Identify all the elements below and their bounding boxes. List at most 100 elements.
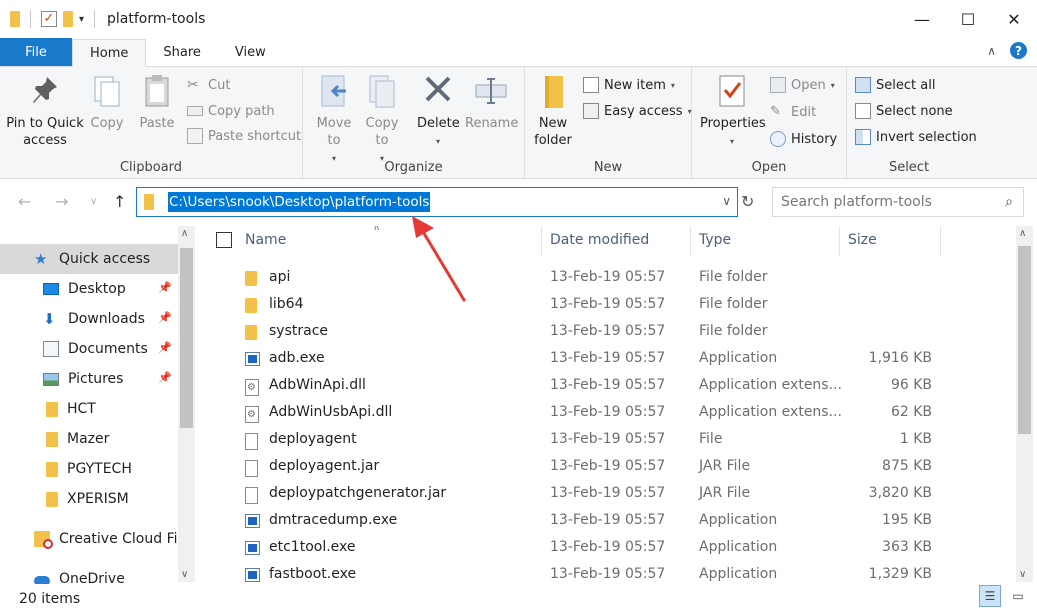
column-type[interactable]: Type (699, 232, 731, 248)
customize-toolbar-icon[interactable]: ▾ (79, 14, 84, 25)
new-item-icon (583, 77, 599, 93)
search-input[interactable]: Search platform-tools ⌕ (772, 187, 1024, 217)
properties-icon[interactable]: ✓ (41, 11, 57, 27)
nav-onedrive[interactable]: OneDrive (0, 564, 178, 584)
clipboard-group: Pin to Quick access Copy Paste ✂ Cut Cop… (0, 67, 303, 179)
paste-shortcut-button[interactable]: Paste shortcut (187, 126, 301, 146)
new-folder-big-icon (537, 73, 569, 109)
nav-xperism[interactable]: XPERISM (0, 484, 178, 514)
minimize-button[interactable]: — (899, 0, 945, 38)
file-date: 13-Feb-19 05:57 (550, 539, 666, 555)
collapse-ribbon-icon[interactable]: ∧ (987, 44, 996, 58)
nav-desktop[interactable]: Desktop 📌 (0, 274, 178, 304)
nav-quick-access[interactable]: ★ Quick access (0, 244, 178, 274)
nav-scroll-thumb[interactable] (180, 248, 193, 428)
nav-creative-cloud[interactable]: Creative Cloud Files (0, 524, 178, 554)
file-row[interactable]: AdbWinUsbApi.dll 13-Feb-19 05:57 Applicati… (200, 400, 1015, 427)
ribbon-tabs: File Home Share View ∧ ? (0, 38, 1037, 67)
cut-button[interactable]: ✂ Cut (187, 75, 230, 95)
tab-home[interactable]: Home (72, 39, 147, 67)
file-row[interactable]: fastboot.exe 13-Feb-19 05:57 Application 1,… (200, 562, 1015, 584)
address-path[interactable]: C:\Users\snook\Desktop\platform-tools (168, 192, 431, 212)
file-row[interactable]: deployagent 13-Feb-19 05:57 File 1 KB (200, 427, 1015, 454)
file-row[interactable]: etc1tool.exe 13-Feb-19 05:57 Application 36… (200, 535, 1015, 562)
move-to-button[interactable]: Move to ▾ (313, 73, 355, 167)
file-date: 13-Feb-19 05:57 (550, 296, 666, 312)
nav-downloads[interactable]: ⬇ Downloads 📌 (0, 304, 178, 334)
folder-icon (46, 461, 58, 477)
nav-pgytech[interactable]: PGYTECH (0, 454, 178, 484)
edit-button[interactable]: ✎ Edit (770, 102, 816, 122)
invert-selection-button[interactable]: Invert selection (855, 127, 977, 147)
properties-button[interactable]: Properties ▾ (700, 73, 766, 150)
file-row[interactable]: deploypatchgenerator.jar 13-Feb-19 05:57 J… (200, 481, 1015, 508)
maximize-button[interactable]: ☐ (945, 0, 991, 38)
large-icons-view-icon[interactable]: ▭ (1007, 585, 1029, 607)
scroll-up-icon[interactable]: ∧ (1019, 228, 1026, 239)
file-name: systrace (269, 323, 329, 339)
file-row[interactable]: deployagent.jar 13-Feb-19 05:57 JAR File 87… (200, 454, 1015, 481)
tab-view[interactable]: View (218, 38, 283, 66)
select-all-button[interactable]: Select all (855, 75, 935, 95)
file-size: 62 KB (890, 404, 932, 420)
pin-icon: 📌 (158, 311, 172, 324)
nav-hct[interactable]: HCT (0, 394, 178, 424)
nav-scrollbar[interactable]: ∧ ∨ (178, 226, 195, 582)
file-row[interactable]: lib64 13-Feb-19 05:57 File folder (200, 292, 1015, 319)
file-row[interactable]: api 13-Feb-19 05:57 File folder (200, 265, 1015, 292)
file-list-scrollbar[interactable]: ∧ ∨ (1016, 226, 1033, 582)
back-arrow-icon[interactable]: ← (18, 192, 31, 211)
new-folder-icon[interactable] (63, 11, 73, 27)
select-all-checkbox[interactable] (216, 232, 232, 248)
delete-button[interactable]: Delete ▾ (417, 73, 460, 150)
new-folder-button[interactable]: New folder (533, 73, 573, 149)
history-button[interactable]: History (770, 129, 837, 149)
file-row[interactable]: dmtracedump.exe 13-Feb-19 05:57 Applicatio… (200, 508, 1015, 535)
close-button[interactable]: ✕ (991, 0, 1037, 38)
download-arrow-icon: ⬇ (43, 310, 56, 328)
open-icon (770, 77, 786, 93)
up-arrow-icon[interactable]: ↑ (113, 192, 126, 211)
folder-icon (10, 11, 20, 27)
column-size[interactable]: Size (848, 232, 877, 248)
nav-pictures[interactable]: Pictures 📌 (0, 364, 178, 394)
nav-documents[interactable]: Documents 📌 (0, 334, 178, 364)
file-row[interactable]: adb.exe 13-Feb-19 05:57 Application 1,916 K… (200, 346, 1015, 373)
details-view-icon[interactable]: ☰ (979, 585, 1001, 607)
recent-locations-icon[interactable]: ∨ (90, 196, 97, 207)
rename-button[interactable]: Rename (465, 73, 518, 132)
tab-file[interactable]: File (0, 38, 72, 66)
pin-quick-access-button[interactable]: Pin to Quick access (6, 73, 84, 149)
search-placeholder: Search platform-tools (781, 194, 932, 210)
copy-button[interactable]: Copy (88, 73, 126, 132)
file-row[interactable]: systrace 13-Feb-19 05:57 File folder (200, 319, 1015, 346)
file-date: 13-Feb-19 05:57 (550, 404, 666, 420)
open-label: Open (751, 160, 787, 175)
open-button[interactable]: Open ▾ (770, 75, 835, 95)
copy-to-button[interactable]: Copy to ▾ (361, 73, 403, 167)
rename-icon (475, 73, 507, 109)
scroll-down-icon[interactable]: ∨ (1019, 569, 1026, 580)
file-row[interactable]: AdbWinApi.dll 13-Feb-19 05:57 Application … (200, 373, 1015, 400)
refresh-icon[interactable]: ↻ (741, 192, 754, 211)
scroll-down-icon[interactable]: ∨ (181, 569, 188, 580)
nav-mazer[interactable]: Mazer (0, 424, 178, 454)
easy-access-button[interactable]: Easy access ▾ (583, 101, 692, 121)
column-date[interactable]: Date modified (550, 232, 649, 248)
window-controls: — ☐ ✕ (899, 0, 1037, 38)
paste-button[interactable]: Paste (136, 73, 178, 132)
file-icon (245, 460, 258, 477)
copy-path-button[interactable]: Copy path (187, 101, 275, 121)
file-scroll-thumb[interactable] (1018, 246, 1031, 434)
new-item-button[interactable]: New item ▾ (583, 75, 675, 95)
forward-arrow-icon[interactable]: → (55, 192, 68, 211)
pin-icon: 📌 (158, 341, 172, 354)
tab-share[interactable]: Share (146, 38, 218, 66)
cloud-icon (34, 576, 50, 584)
column-name[interactable]: Name (245, 232, 286, 248)
scroll-up-icon[interactable]: ∧ (181, 228, 188, 239)
address-dropdown-icon[interactable]: ∨ (722, 194, 731, 208)
file-size: 96 KB (890, 377, 932, 393)
help-icon[interactable]: ? (1010, 42, 1027, 59)
select-none-button[interactable]: Select none (855, 101, 953, 121)
